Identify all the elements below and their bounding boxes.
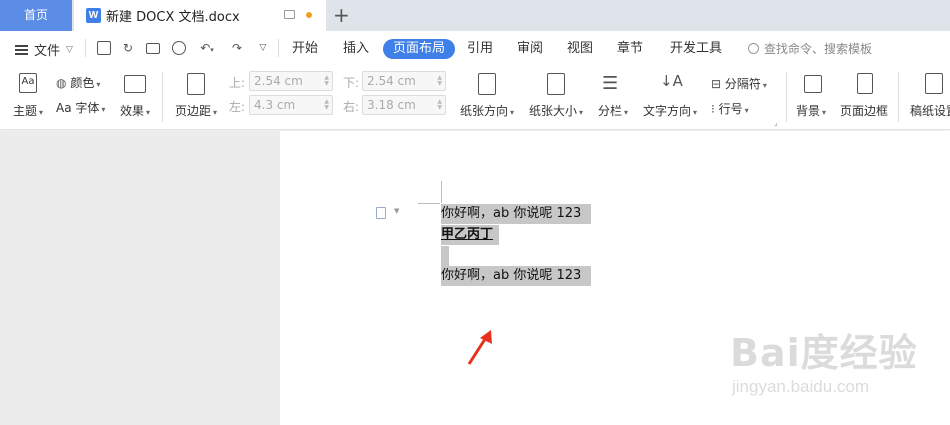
new-tab-button[interactable]: + (333, 3, 350, 27)
page-margins-button[interactable]: 页边距 ▾ (175, 102, 217, 119)
search-icon (748, 43, 759, 54)
divider (85, 39, 86, 57)
ribbon-toolbar: Aa 主题 ▾ ◍ 颜色 ▾ Aa 字体 ▾ 效果 ▾ 页边距 ▾ 上: 2.54 cm ▲… (0, 66, 950, 130)
text-direction-button[interactable]: 文字方向 ▾ (643, 102, 697, 119)
manuscript-icon[interactable] (925, 73, 943, 94)
margin-left-label: 左: (229, 100, 246, 114)
paper-orientation-icon[interactable] (478, 73, 496, 95)
paper-size-button[interactable]: 纸张大小 ▾ (529, 102, 583, 119)
background-icon[interactable] (804, 75, 822, 93)
hamburger-icon (15, 44, 28, 55)
margin-right-input[interactable]: 3.18 cm ▲ ▼ (362, 95, 446, 115)
separator-button[interactable]: ⊟ 分隔符 ▾ (711, 75, 767, 92)
save-icon[interactable] (97, 41, 111, 55)
font-button[interactable]: Aa 字体 ▾ (56, 99, 105, 116)
margin-corner-mark (418, 203, 440, 204)
margin-bottom-label: 下: (343, 76, 360, 90)
effect-button[interactable]: 效果 ▾ (120, 102, 150, 119)
tab-insert[interactable]: 插入 (343, 39, 369, 59)
line-number-button[interactable]: ⁝ 行号 ▾ (711, 100, 749, 117)
watermark-logo: Bai度经验 (730, 331, 918, 375)
theme-button[interactable]: 主题 ▾ (13, 102, 43, 119)
document-line[interactable]: 甲乙丙丁 (441, 225, 499, 245)
command-search[interactable]: 查找命令、搜索模板 (748, 40, 872, 57)
color-button[interactable]: ◍ 颜色 ▾ (56, 74, 100, 91)
redo-icon[interactable]: ↷ (230, 41, 244, 55)
tab-references[interactable]: 引用 (467, 39, 493, 59)
theme-icon[interactable]: Aa (19, 73, 37, 93)
background-button[interactable]: 背景 ▾ (796, 102, 826, 119)
page-border-icon[interactable] (857, 73, 873, 94)
print-icon[interactable] (146, 43, 160, 54)
wps-writer-icon: W (86, 8, 101, 23)
paper-size-icon[interactable] (547, 73, 565, 95)
tab-chapter[interactable]: 章节 (617, 39, 643, 59)
undo-icon[interactable]: ↶▾ (196, 41, 218, 55)
unsaved-dot-icon (306, 12, 312, 18)
customize-toolbar-icon[interactable]: ▽ (256, 41, 270, 55)
margin-bottom-input[interactable]: 2.54 cm ▲ ▼ (362, 71, 446, 91)
margin-corner-mark (441, 181, 442, 203)
chevron-down-icon[interactable]: ▼ (394, 207, 399, 215)
baidu-watermark: Bai度经验 jingyan.baidu.com (730, 322, 940, 407)
effect-icon[interactable] (124, 75, 146, 93)
document-tab[interactable]: W 新建 DOCX 文档.docx (74, 0, 326, 31)
margin-left-input[interactable]: 4.3 cm ▲ ▼ (249, 95, 333, 115)
paper-orientation-button[interactable]: 纸张方向 ▾ (460, 102, 514, 119)
empty-line-selection[interactable] (441, 246, 449, 266)
home-tab[interactable]: 首页 (0, 0, 72, 31)
document-tab-title: 新建 DOCX 文档.docx (106, 10, 240, 25)
chevron-down-icon: ▽ (66, 44, 73, 55)
dialog-launcher-icon[interactable]: ⌟ (774, 118, 778, 127)
export-icon[interactable]: ↻ (121, 41, 135, 55)
title-bar: 首页 W 新建 DOCX 文档.docx + (0, 0, 950, 31)
paragraph-icon[interactable] (376, 207, 386, 219)
print-preview-icon[interactable] (172, 41, 186, 55)
divider (162, 72, 163, 122)
document-line[interactable]: 你好啊，ab 你说呢 123 (441, 266, 591, 286)
file-menu-button[interactable]: 文件 ▽ (15, 40, 73, 59)
tab-start[interactable]: 开始 (292, 39, 318, 59)
command-search-placeholder: 查找命令、搜索模板 (764, 42, 873, 56)
margin-top-input[interactable]: 2.54 cm ▲ ▼ (249, 71, 333, 91)
tab-page-layout[interactable]: 页面布局 (383, 39, 456, 59)
columns-icon[interactable]: ☰ (602, 73, 618, 94)
manuscript-button[interactable]: 稿纸设置 (910, 102, 950, 119)
menu-bar: 文件 ▽ ↻ ↶▾ ↷ ▽ 开始 插入 页面布局 引用 审阅 视图 章节 开发工… (0, 31, 950, 66)
file-menu-label: 文件 (34, 44, 61, 59)
document-line[interactable]: 你好啊，ab 你说呢 123 (441, 204, 591, 224)
text-direction-icon[interactable]: ↓A (660, 72, 683, 90)
tab-view[interactable]: 视图 (567, 39, 593, 59)
watermark-url: jingyan.baidu.com (732, 377, 870, 396)
tab-developer[interactable]: 开发工具 (670, 39, 722, 59)
annotation-arrow-icon (467, 330, 492, 365)
margin-top-label: 上: (229, 76, 246, 90)
divider (898, 72, 899, 122)
margin-right-label: 右: (343, 100, 360, 114)
divider (278, 39, 279, 57)
tab-review[interactable]: 审阅 (517, 39, 543, 59)
monitor-icon[interactable] (284, 10, 295, 19)
page-margins-icon[interactable] (187, 73, 205, 95)
columns-button[interactable]: 分栏 ▾ (598, 102, 628, 119)
page-border-button[interactable]: 页面边框 (840, 102, 888, 119)
divider (786, 72, 787, 122)
